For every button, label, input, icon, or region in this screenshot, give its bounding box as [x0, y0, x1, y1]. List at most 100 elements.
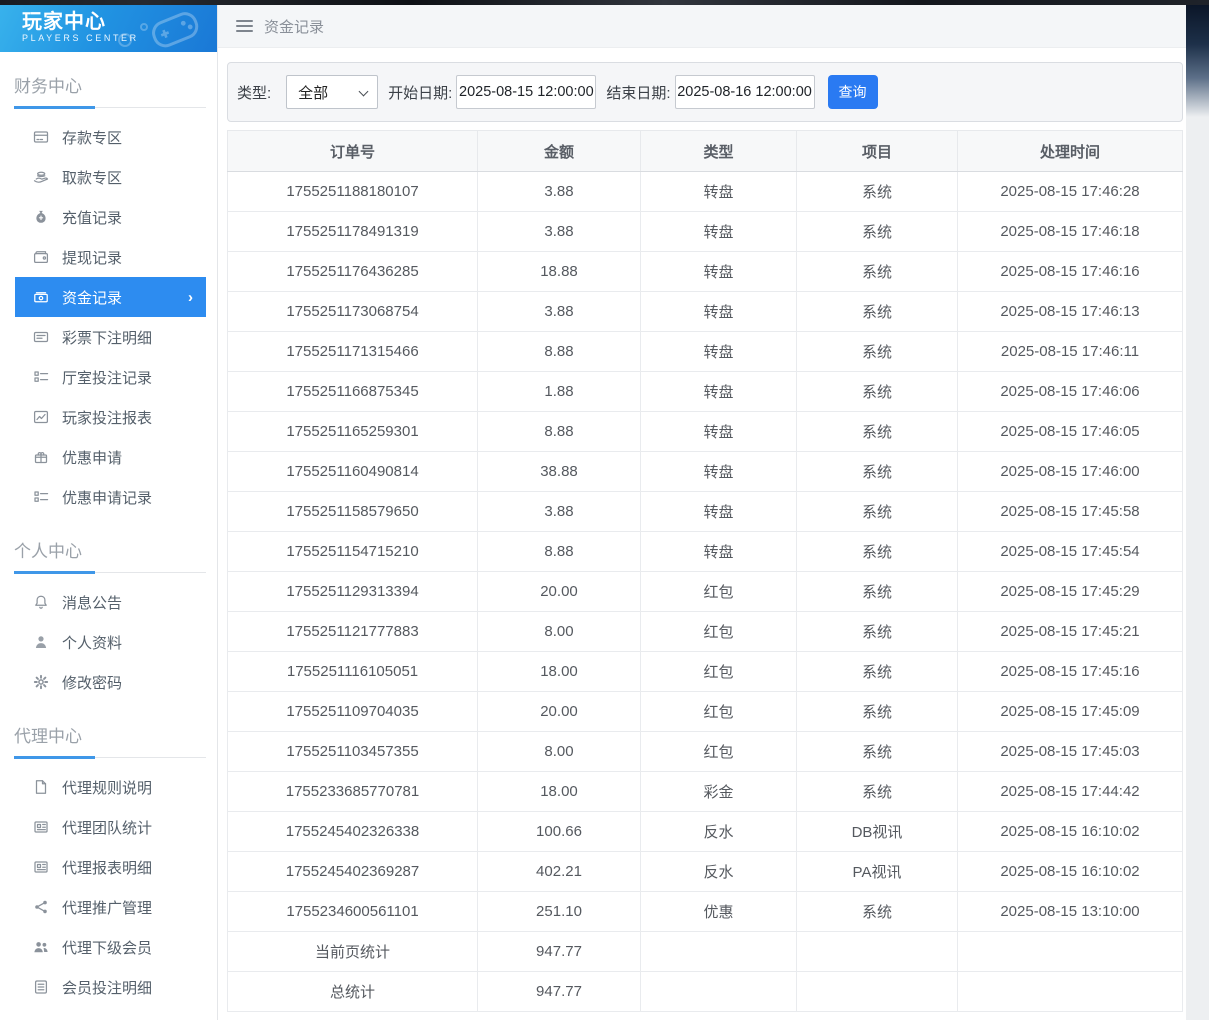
cell: 1.88	[478, 372, 641, 412]
table-row: 1755234600561101251.10优惠系统2025-08-15 13:…	[228, 892, 1183, 932]
sidebar-item-个人资料[interactable]: 个人资料	[15, 622, 206, 662]
list-icon	[33, 369, 49, 385]
cell	[797, 932, 958, 972]
sidebar-item-label: 厅室投注记录	[62, 367, 152, 388]
sidebar-item-label: 彩票下注明细	[62, 327, 152, 348]
hamburger-menu-icon[interactable]	[236, 20, 253, 32]
cell: 1755251188180107	[228, 172, 478, 212]
cell: 1755251160490814	[228, 452, 478, 492]
share-icon	[33, 899, 49, 915]
sidebar-item-代理团队统计[interactable]: 代理团队统计	[15, 807, 206, 847]
sidebar-item-取款专区[interactable]: 取款专区	[15, 157, 206, 197]
sidebar-item-label: 玩家投注报表	[62, 407, 152, 428]
sidebar-item-代理报表明细[interactable]: 代理报表明细	[15, 847, 206, 887]
cell: 1755234600561101	[228, 892, 478, 932]
type-select-value: 全部	[298, 82, 328, 103]
table-row: 17552511713154668.88转盘系统2025-08-15 17:46…	[228, 332, 1183, 372]
app-logo: 玩家中心 PLAYERS CENTER	[0, 5, 217, 52]
sidebar-item-彩票下注明细[interactable]: 彩票下注明细	[15, 317, 206, 357]
moneybag-icon	[33, 209, 49, 225]
cell: 8.88	[478, 532, 641, 572]
table-row: 17552511034573558.00红包系统2025-08-15 17:45…	[228, 732, 1183, 772]
gift-icon	[33, 449, 49, 465]
table-row: 17552511730687543.88转盘系统2025-08-15 17:46…	[228, 292, 1183, 332]
sidebar-item-充值记录[interactable]: 充值记录	[15, 197, 206, 237]
sidebar-item-修改密码[interactable]: 修改密码	[15, 662, 206, 702]
table-row: 17552511668753451.88转盘系统2025-08-15 17:46…	[228, 372, 1183, 412]
section-divider	[14, 106, 206, 109]
cell: 系统	[797, 532, 958, 572]
gamepad-icon	[137, 5, 211, 52]
sidebar-item-存款专区[interactable]: 存款专区	[15, 117, 206, 157]
bell-icon	[33, 594, 49, 610]
cell: 系统	[797, 892, 958, 932]
sidebar-item-label: 代理团队统计	[62, 817, 152, 838]
sidebar-item-代理推广管理[interactable]: 代理推广管理	[15, 887, 206, 927]
cell: 251.10	[478, 892, 641, 932]
end-date-input[interactable]	[675, 75, 815, 109]
cell: 系统	[797, 292, 958, 332]
table-row: 175525111610505118.00红包系统2025-08-15 17:4…	[228, 652, 1183, 692]
cell: 3.88	[478, 172, 641, 212]
sidebar-item-提现记录[interactable]: 提现记录	[15, 237, 206, 277]
query-button[interactable]: 查询	[828, 75, 878, 109]
cell: 18.00	[478, 772, 641, 812]
content: 类型: 全部 开始日期: 结束日期: 查询 订单号金额类型项目处理时间 1755…	[227, 62, 1183, 1012]
cell: 当前页统计	[228, 932, 478, 972]
cell: 反水	[641, 852, 797, 892]
type-select[interactable]: 全部	[286, 75, 378, 109]
cell: 2025-08-15 17:45:54	[958, 532, 1183, 572]
person-icon	[33, 634, 49, 650]
news-icon	[33, 819, 49, 835]
sidebar-item-label: 个人资料	[62, 632, 122, 653]
cell: 1755251158579650	[228, 492, 478, 532]
list-icon	[33, 489, 49, 505]
browser-top-edge	[0, 0, 1209, 5]
cell: 红包	[641, 652, 797, 692]
table-row: 1755245402326338100.66反水DB视讯2025-08-15 1…	[228, 812, 1183, 852]
cell: 系统	[797, 252, 958, 292]
summary-row: 当前页统计947.77	[228, 932, 1183, 972]
sidebar-item-label: 优惠申请记录	[62, 487, 152, 508]
cell: 20.00	[478, 692, 641, 732]
sidebar-item-厅室投注记录[interactable]: 厅室投注记录	[15, 357, 206, 397]
people-icon	[33, 939, 49, 955]
sidebar-item-玩家投注报表[interactable]: 玩家投注报表	[15, 397, 206, 437]
cell: 系统	[797, 412, 958, 452]
cell	[797, 972, 958, 1012]
sidebar-item-优惠申请记录[interactable]: 优惠申请记录	[15, 477, 206, 517]
chevron-down-icon	[359, 87, 369, 97]
sidebar-item-label: 存款专区	[62, 127, 122, 148]
cell: 转盘	[641, 332, 797, 372]
sidebar-item-代理下级会员[interactable]: 代理下级会员	[15, 927, 206, 967]
sidebar-item-消息公告[interactable]: 消息公告	[15, 582, 206, 622]
sidebar-item-会员交易明细[interactable]: 会员交易明细	[15, 1007, 206, 1020]
sidebar-item-label: 资金记录	[62, 287, 122, 308]
table-row: 17552511585796503.88转盘系统2025-08-15 17:45…	[228, 492, 1183, 532]
start-date-input[interactable]	[456, 75, 596, 109]
cell: 8.00	[478, 732, 641, 772]
sidebar-item-label: 代理规则说明	[62, 777, 152, 798]
cell: 1755251154715210	[228, 532, 478, 572]
table-row: 17552511881801073.88转盘系统2025-08-15 17:46…	[228, 172, 1183, 212]
section-title: 个人中心	[14, 537, 203, 562]
bubble-decoration	[118, 33, 132, 47]
main-area: 资金记录 类型: 全部 开始日期: 结束日期: 查询 订单号	[218, 5, 1209, 1020]
column-header: 金额	[478, 131, 641, 172]
sidebar-item-label: 提现记录	[62, 247, 122, 268]
sidebar-item-label: 修改密码	[62, 672, 122, 693]
cell: 947.77	[478, 932, 641, 972]
sidebar-item-会员投注明细[interactable]: 会员投注明细	[15, 967, 206, 1007]
sidebar-item-优惠申请[interactable]: 优惠申请	[15, 437, 206, 477]
cell: 1755251121777883	[228, 612, 478, 652]
cell: 系统	[797, 492, 958, 532]
sidebar-item-资金记录[interactable]: 资金记录 ›	[15, 277, 206, 317]
cell: 2025-08-15 17:45:29	[958, 572, 1183, 612]
cell: PA视讯	[797, 852, 958, 892]
table-row: 175523368577078118.00彩金系统2025-08-15 17:4…	[228, 772, 1183, 812]
sidebar-item-代理规则说明[interactable]: 代理规则说明	[15, 767, 206, 807]
sidebar-item-label: 取款专区	[62, 167, 122, 188]
start-date-label: 开始日期:	[388, 82, 452, 103]
cell: 系统	[797, 732, 958, 772]
table-row: 17552511784913193.88转盘系统2025-08-15 17:46…	[228, 212, 1183, 252]
